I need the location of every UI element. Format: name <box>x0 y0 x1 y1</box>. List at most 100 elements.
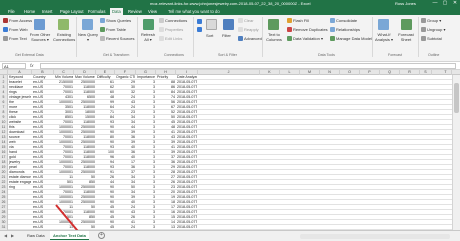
group-button[interactable]: Group ▾ <box>421 18 441 24</box>
new-query-icon <box>82 19 93 30</box>
from-other-sources-button[interactable]: From Other Sources ▾ <box>28 32 52 42</box>
data-model-icon <box>330 36 335 42</box>
ungroup-button[interactable]: Ungroup ▾ <box>421 27 445 33</box>
sort-button[interactable]: Sort <box>206 33 213 38</box>
ribbon-separator <box>76 17 77 57</box>
relationships-icon <box>330 27 335 33</box>
other-sources-icon <box>34 19 45 30</box>
close-button[interactable]: ✕ <box>450 0 460 7</box>
show-queries-button[interactable]: Show Queries <box>100 18 131 24</box>
group-icon <box>421 18 426 24</box>
from-text-button[interactable]: From Text <box>3 36 27 42</box>
subtotal-icon <box>421 36 426 42</box>
manage-data-model-button[interactable]: Manage Data Model <box>330 36 372 42</box>
window-title: moz-relevant-links-for-www.johnjonesjewe… <box>150 1 311 6</box>
new-query-button[interactable]: New Query ▾ <box>78 32 98 42</box>
data-validation-icon <box>287 36 292 42</box>
from-web-button[interactable]: From Web <box>3 27 28 33</box>
ribbon-tabs: File Home Insert Page Layout Formulas Da… <box>0 7 460 15</box>
subtotal-button[interactable]: Subtotal <box>421 36 442 42</box>
horizontal-scrollbar[interactable] <box>300 234 450 239</box>
from-access-button[interactable]: From Access <box>3 18 32 24</box>
sort-az-button[interactable] <box>197 19 203 24</box>
reapply-icon <box>238 27 243 33</box>
text-to-columns-icon <box>268 19 279 30</box>
tab-view[interactable]: View <box>146 8 159 15</box>
flash-fill-button[interactable]: Flash Fill <box>287 18 309 24</box>
table-icon <box>100 27 105 33</box>
tab-review[interactable]: Review <box>126 8 144 15</box>
group-label-transform: Get & Transform <box>103 53 130 57</box>
from-table-button[interactable]: From Table <box>100 27 126 33</box>
ribbon-separator <box>418 17 419 57</box>
ribbon-data: From Access From Web From Text From Othe… <box>0 15 460 62</box>
sort-ascending-icon <box>197 19 202 24</box>
title-bar: moz-relevant-links-for-www.johnjonesjewe… <box>0 0 460 7</box>
group-label-connections: Connections <box>164 53 184 57</box>
ribbon-separator <box>193 17 194 57</box>
sort-za-button[interactable] <box>197 27 203 32</box>
sheet-tab-raw-data[interactable]: Raw Data <box>24 231 48 240</box>
remove-duplicates-button[interactable]: Remove Duplicates <box>287 27 328 33</box>
worksheet-grid[interactable]: 1 Keyword Country Min Volume Max Volume Diffi… <box>0 75 452 230</box>
forecast-sheet-icon <box>401 19 412 30</box>
tell-me-search[interactable]: Tell me what you want to do <box>166 8 222 15</box>
what-if-icon <box>378 19 389 30</box>
globe-icon <box>3 27 8 33</box>
fx-icon[interactable]: fx <box>30 63 34 68</box>
vertical-scrollbar[interactable] <box>452 75 460 230</box>
forecast-sheet-button[interactable]: Forecast Sheet <box>395 32 417 42</box>
edit-links-button[interactable]: Edit Links <box>159 36 182 42</box>
tab-insert[interactable]: Insert <box>40 8 54 15</box>
tab-data[interactable]: Data <box>110 8 123 15</box>
next-sheet-arrow[interactable]: ▶ <box>11 233 14 238</box>
refresh-all-button[interactable]: Refresh All ▾ <box>139 32 157 42</box>
scroll-thumb[interactable] <box>454 83 459 113</box>
connections-button[interactable]: Connections <box>159 18 187 24</box>
what-if-analysis-button[interactable]: What-If Analysis ▾ <box>373 32 395 42</box>
tab-formulas[interactable]: Formulas <box>86 8 107 15</box>
connections-icon <box>58 19 69 30</box>
maximize-button[interactable]: ▢ <box>440 0 450 7</box>
text-file-icon <box>3 36 8 42</box>
sheet-tab-bar: ◀ ▶ Raw Data Anchor Text Data + <box>0 230 460 241</box>
remove-duplicates-icon <box>287 27 292 33</box>
user-name[interactable]: Ross Jones <box>395 1 416 6</box>
text-to-columns-button[interactable]: Text to Columns <box>263 32 285 42</box>
consolidate-button[interactable]: Consolidate <box>330 18 357 24</box>
sort-icon <box>206 19 217 30</box>
data-validation-button[interactable]: Data Validation ▾ <box>287 36 323 42</box>
group-label-sort-filter: Sort & Filter <box>218 53 237 57</box>
recent-sources-button[interactable]: Recent Sources <box>100 36 134 42</box>
properties-button[interactable]: Properties <box>159 27 183 33</box>
group-label-data-tools: Data Tools <box>318 53 335 57</box>
sort-descending-icon <box>197 27 202 32</box>
add-sheet-button[interactable]: + <box>98 232 105 239</box>
recent-icon <box>100 36 105 42</box>
link-icon <box>159 18 164 24</box>
flash-fill-icon <box>287 18 292 24</box>
reapply-button[interactable]: Reapply <box>238 27 259 33</box>
tab-file[interactable]: File <box>6 8 17 15</box>
advanced-filter-icon <box>238 36 243 42</box>
advanced-button[interactable]: Advanced <box>238 36 262 42</box>
sheet-tab-anchor-text-data[interactable]: Anchor Text Data <box>50 231 89 240</box>
edit-links-icon <box>159 36 164 42</box>
filter-button[interactable]: Filter <box>222 33 231 38</box>
prev-sheet-arrow[interactable]: ◀ <box>4 233 7 238</box>
minimize-button[interactable]: — <box>430 0 440 7</box>
name-box[interactable]: A1 <box>2 63 26 69</box>
consolidate-icon <box>330 18 335 24</box>
clear-button[interactable]: Clear <box>238 18 254 24</box>
group-label-get-external: Get External Data <box>15 53 44 57</box>
existing-connections-button[interactable]: Existing Connections <box>53 32 75 42</box>
tab-home[interactable]: Home <box>22 8 37 15</box>
ribbon-separator <box>137 17 138 57</box>
properties-icon <box>159 27 164 33</box>
refresh-icon <box>143 19 154 30</box>
formula-input[interactable] <box>40 63 456 69</box>
relationships-button[interactable]: Relationships <box>330 27 360 33</box>
formula-bar: A1 fx <box>0 62 460 70</box>
queries-icon <box>100 18 105 24</box>
tab-page-layout[interactable]: Page Layout <box>58 8 86 15</box>
